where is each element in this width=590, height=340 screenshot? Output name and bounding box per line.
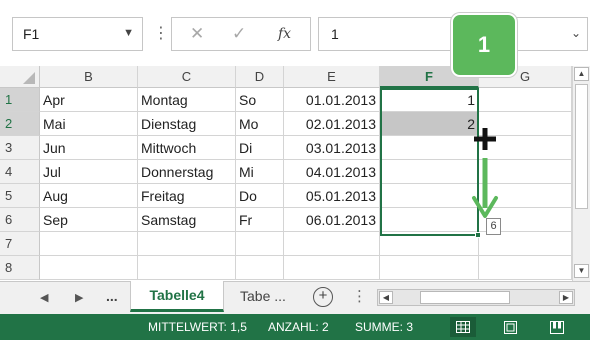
grid-icon	[456, 321, 470, 333]
status-count: ANZAHL: 2	[268, 320, 329, 334]
cell-d3[interactable]: Di	[236, 136, 284, 160]
cell-c3[interactable]: Mittwoch	[138, 136, 236, 160]
cell-f8[interactable]	[380, 256, 479, 280]
expand-formula-icon[interactable]: ⌄	[571, 26, 581, 40]
fill-drag-cursor-icon	[472, 128, 498, 218]
cell-d6[interactable]: Fr	[236, 208, 284, 232]
enter-icon[interactable]: ✓	[232, 24, 246, 44]
cell-e8[interactable]	[284, 256, 380, 280]
more-sheets-button[interactable]: ...	[106, 288, 118, 304]
cell-c8[interactable]	[138, 256, 236, 280]
column-header-c[interactable]: C	[138, 66, 236, 88]
formula-buttons: ✕ ✓ fx	[171, 17, 311, 51]
sheet-tab-bar: ◀ ▶ ... Tabelle4 Tabe ... + ⋮ ◀ ▶	[0, 281, 590, 314]
row-header-4[interactable]: 4	[0, 160, 40, 184]
column-header-e[interactable]: E	[284, 66, 380, 88]
chevron-down-icon[interactable]: ▼	[123, 27, 134, 39]
status-average: MITTELWERT: 1,5	[148, 320, 247, 334]
page-break-icon	[550, 321, 564, 334]
cell-c6[interactable]: Samstag	[138, 208, 236, 232]
cell-c4[interactable]: Donnerstag	[138, 160, 236, 184]
cell-g8[interactable]	[479, 256, 572, 280]
page-icon	[503, 321, 517, 334]
cell-d5[interactable]: Do	[236, 184, 284, 208]
row-header-5[interactable]: 5	[0, 184, 40, 208]
tab-tabelle4[interactable]: Tabelle4	[130, 281, 224, 312]
cell-f2[interactable]: 2	[380, 112, 479, 136]
cell-g1[interactable]	[479, 88, 572, 112]
cell-g7[interactable]	[479, 232, 572, 256]
cell-e5[interactable]: 05.01.2013	[284, 184, 380, 208]
cell-c5[interactable]: Freitag	[138, 184, 236, 208]
status-sum: SUMME: 3	[355, 320, 414, 334]
row-header-1[interactable]: 1	[0, 88, 40, 112]
cell-d4[interactable]: Mi	[236, 160, 284, 184]
page-break-view-icon[interactable]	[544, 317, 570, 337]
cell-f6[interactable]	[380, 208, 479, 232]
cell-f3[interactable]	[380, 136, 479, 160]
tab-tabe[interactable]: Tabe ...	[240, 288, 286, 304]
cell-d7[interactable]	[236, 232, 284, 256]
cell-b7[interactable]	[40, 232, 138, 256]
cell-d8[interactable]	[236, 256, 284, 280]
scroll-right-icon[interactable]: ▶	[559, 291, 573, 304]
cell-e4[interactable]: 04.01.2013	[284, 160, 380, 184]
row-header-8[interactable]: 8	[0, 256, 40, 280]
column-header-d[interactable]: D	[236, 66, 284, 88]
cell-e2[interactable]: 02.01.2013	[284, 112, 380, 136]
cell-b2[interactable]: Mai	[40, 112, 138, 136]
formula-value: 1	[331, 26, 339, 42]
cell-b4[interactable]: Jul	[40, 160, 138, 184]
row-header-6[interactable]: 6	[0, 208, 40, 232]
add-sheet-icon[interactable]: +	[313, 287, 333, 307]
name-box-value: F1	[23, 26, 40, 42]
vertical-scrollbar[interactable]: ▲ ▼	[572, 66, 590, 281]
cell-c1[interactable]: Montag	[138, 88, 236, 112]
cell-e6[interactable]: 06.01.2013	[284, 208, 380, 232]
row-header-2[interactable]: 2	[0, 112, 40, 136]
cell-b1[interactable]: Apr	[40, 88, 138, 112]
column-header-b[interactable]: B	[40, 66, 138, 88]
row-header-3[interactable]: 3	[0, 136, 40, 160]
cancel-icon[interactable]: ✕	[190, 24, 204, 44]
cell-e1[interactable]: 01.01.2013	[284, 88, 380, 112]
cell-d2[interactable]: Mo	[236, 112, 284, 136]
cell-b8[interactable]	[40, 256, 138, 280]
scroll-up-icon[interactable]: ▲	[574, 67, 589, 81]
status-bar: MITTELWERT: 1,5 ANZAHL: 2 SUMME: 3	[0, 314, 590, 340]
vertical-dots-icon[interactable]: ⋮	[153, 20, 169, 48]
name-box[interactable]: F1 ▼	[12, 17, 143, 51]
scroll-down-icon[interactable]: ▼	[574, 264, 589, 278]
page-layout-view-icon[interactable]	[497, 317, 523, 337]
cell-e3[interactable]: 03.01.2013	[284, 136, 380, 160]
step-badge: 1	[451, 13, 517, 77]
cell-c7[interactable]	[138, 232, 236, 256]
cell-b6[interactable]: Sep	[40, 208, 138, 232]
select-all-triangle-icon	[23, 72, 35, 84]
cell-f4[interactable]	[380, 160, 479, 184]
next-sheet-icon[interactable]: ▶	[75, 291, 83, 304]
normal-view-icon[interactable]	[450, 317, 476, 337]
tab-splitter-icon[interactable]: ⋮	[352, 287, 367, 305]
cell-b3[interactable]: Jun	[40, 136, 138, 160]
vertical-scroll-thumb[interactable]	[575, 84, 588, 209]
horizontal-scroll-thumb[interactable]	[420, 291, 510, 304]
row-header-7[interactable]: 7	[0, 232, 40, 256]
fill-handle[interactable]	[475, 232, 481, 238]
cell-f7[interactable]	[380, 232, 479, 256]
cell-e7[interactable]	[284, 232, 380, 256]
scroll-left-icon[interactable]: ◀	[379, 291, 393, 304]
autofill-tooltip: 6	[486, 218, 501, 235]
horizontal-scrollbar[interactable]: ◀ ▶	[377, 289, 575, 306]
insert-function-icon[interactable]: fx	[278, 26, 291, 42]
cell-d1[interactable]: So	[236, 88, 284, 112]
cell-f5[interactable]	[380, 184, 479, 208]
prev-sheet-icon[interactable]: ◀	[40, 291, 48, 304]
cell-f1[interactable]: 1	[380, 88, 479, 112]
select-all-button[interactable]	[0, 66, 40, 88]
cell-c2[interactable]: Dienstag	[138, 112, 236, 136]
cell-b5[interactable]: Aug	[40, 184, 138, 208]
